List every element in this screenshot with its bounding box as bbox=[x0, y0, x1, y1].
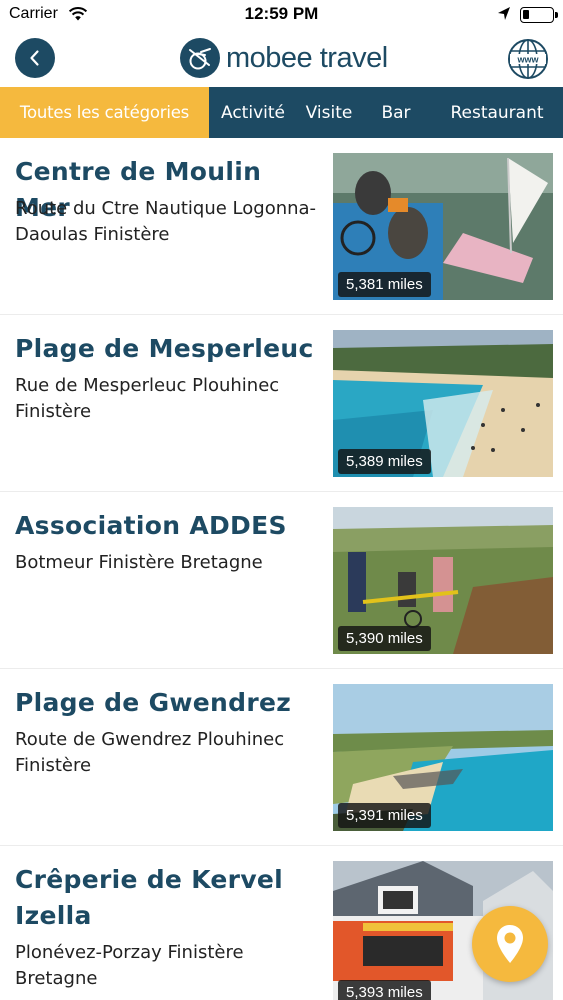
list-item[interactable]: Plage de Gwendrez Route de Gwendrez Plou… bbox=[0, 669, 563, 846]
place-address: Rue de Mesperleuc Plouhinec Finistère bbox=[15, 375, 280, 422]
back-button[interactable] bbox=[15, 38, 55, 78]
place-title: Association ADDES bbox=[15, 511, 287, 540]
category-tabs: Toutes les catégories Activité Visite Ba… bbox=[0, 87, 563, 138]
map-pin-icon bbox=[497, 925, 523, 963]
place-address: Botmeur Finistère Bretagne bbox=[15, 552, 263, 573]
place-address: Route de Gwendrez Plouhinec Finistère bbox=[15, 729, 285, 776]
chevron-left-icon bbox=[30, 50, 39, 66]
place-title: Crêperie de Kervel Izella bbox=[15, 865, 284, 930]
distance-badge: 5,389 miles bbox=[338, 449, 431, 474]
place-address: Route du Ctre Nautique Logonna-Daoulas F… bbox=[15, 198, 317, 245]
tab-restaurant[interactable]: Restaurant bbox=[431, 87, 563, 138]
location-arrow-icon bbox=[497, 6, 511, 26]
list-item[interactable]: Association ADDES Botmeur Finistère Bret… bbox=[0, 492, 563, 669]
tab-visite[interactable]: Visite bbox=[297, 87, 361, 138]
website-button[interactable]: www bbox=[507, 38, 549, 80]
distance-badge: 5,393 miles bbox=[338, 980, 431, 1000]
distance-badge: 5,390 miles bbox=[338, 626, 431, 651]
map-button[interactable] bbox=[472, 906, 548, 982]
tab-all-categories[interactable]: Toutes les catégories bbox=[0, 87, 209, 138]
app-header: mobee travel www bbox=[0, 30, 563, 86]
brand-name: mobee travel bbox=[226, 41, 388, 74]
globe-www-icon: www bbox=[508, 39, 548, 79]
brand-logo: mobee travel bbox=[180, 36, 388, 80]
list-item[interactable]: Plage de Mesperleuc Rue de Mesperleuc Pl… bbox=[0, 315, 563, 492]
list-item[interactable]: Centre de Moulin Mer Route du Ctre Nauti… bbox=[0, 138, 563, 315]
tab-bar[interactable]: Bar bbox=[361, 87, 431, 138]
battery-icon bbox=[520, 7, 558, 23]
places-list: Centre de Moulin Mer Route du Ctre Nauti… bbox=[0, 138, 563, 1000]
place-address: Plonévez-Porzay Finistère Bretagne bbox=[15, 942, 244, 989]
distance-badge: 5,381 miles bbox=[338, 272, 431, 297]
status-clock: 12:59 PM bbox=[244, 4, 319, 23]
status-bar: Carrier 12:59 PM bbox=[0, 0, 563, 30]
tab-activite[interactable]: Activité bbox=[209, 87, 297, 138]
svg-text:www: www bbox=[516, 55, 539, 65]
wheelchair-logo-icon bbox=[180, 38, 220, 78]
place-title: Plage de Mesperleuc bbox=[15, 334, 314, 363]
distance-badge: 5,391 miles bbox=[338, 803, 431, 828]
place-title: Plage de Gwendrez bbox=[15, 688, 292, 717]
